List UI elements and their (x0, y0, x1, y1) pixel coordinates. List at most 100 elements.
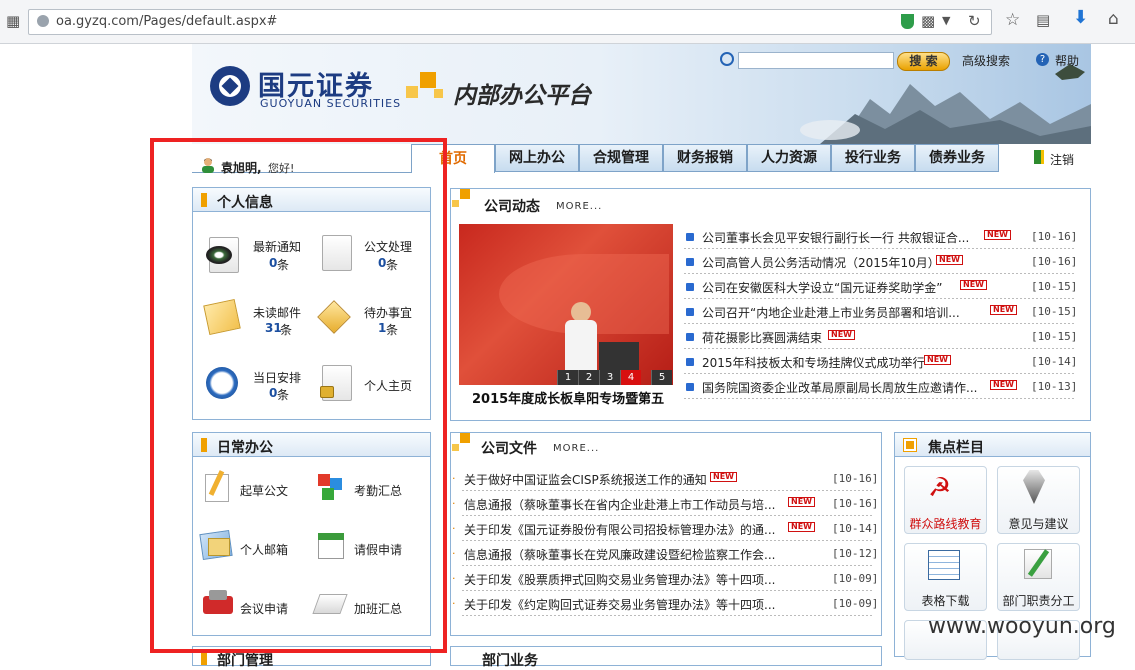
table-icon (928, 550, 960, 580)
dropdown-arrow-icon[interactable]: ▼ (942, 13, 950, 29)
focus-icon (903, 438, 917, 452)
news-bullet-icon (686, 308, 694, 316)
bookmark-star-icon[interactable]: ☆ (1005, 12, 1020, 29)
news-item-date: [10-16] (1031, 230, 1078, 243)
tab-online-office[interactable]: 网上办公 (495, 144, 579, 172)
files-more-link[interactable]: MORE... (553, 443, 599, 454)
news-bullet-icon (686, 283, 694, 291)
new-badge: NEW (788, 522, 815, 532)
news-bullet-icon (686, 233, 694, 241)
news-item-title[interactable]: 公司高管人员公务活动情况（2015年10月） (702, 254, 940, 271)
qr-code-icon[interactable]: ▩ (921, 13, 935, 29)
tab-bond-business[interactable]: 债券业务 (915, 144, 999, 172)
decor-square (460, 189, 470, 199)
news-photo[interactable] (459, 224, 673, 385)
decor-square (434, 89, 443, 98)
file-bullet-icon: · (452, 547, 456, 560)
pager-2[interactable]: 2 (578, 370, 599, 385)
news-more-link[interactable]: MORE... (556, 201, 602, 212)
new-badge: NEW (960, 280, 987, 290)
tile-label[interactable]: 部门职责分工 (997, 592, 1080, 609)
news-bullet-icon (686, 358, 694, 366)
reload-icon[interactable]: ↻ (968, 13, 981, 29)
new-badge: NEW (924, 355, 951, 365)
new-badge: NEW (828, 330, 855, 340)
highlight-rectangle (150, 138, 447, 653)
row-divider (684, 298, 1074, 299)
news-bullet-icon (686, 258, 694, 266)
row-divider (684, 398, 1074, 399)
news-item-title[interactable]: 国务院国资委企业改革局原副局长周放生应邀请作... (702, 379, 977, 396)
pager-4-active[interactable]: 4 (620, 370, 641, 385)
row-divider (462, 590, 874, 591)
file-item-title[interactable]: 关于印发《股票质押式回购交易业务管理办法》等十四项... (464, 571, 775, 588)
file-bullet-icon: · (452, 472, 456, 485)
new-badge: NEW (984, 230, 1011, 240)
tile-label[interactable]: 意见与建议 (997, 515, 1080, 532)
logo-english-text: GUOYUAN SECURITIES (260, 97, 402, 110)
help-link[interactable]: 帮助 (1055, 52, 1079, 69)
tab-compliance[interactable]: 合规管理 (579, 144, 663, 172)
new-badge: NEW (990, 305, 1017, 315)
file-item-date: [10-09] (832, 597, 879, 610)
pager-5[interactable]: 5 (651, 370, 672, 385)
row-divider (684, 348, 1074, 349)
decor-square (460, 433, 470, 443)
tab-hr[interactable]: 人力资源 (747, 144, 831, 172)
pager-3[interactable]: 3 (599, 370, 620, 385)
department-management-title: 部门管理 (217, 653, 273, 669)
news-item-date: [10-15] (1031, 305, 1078, 318)
news-item-date: [10-15] (1031, 330, 1078, 343)
photo-caption[interactable]: 2015年度成长板阜阳专场暨第五 (472, 388, 664, 407)
decor-square (452, 444, 459, 451)
news-item-date: [10-13] (1031, 380, 1078, 393)
decor-square (452, 200, 459, 207)
download-icon[interactable]: ⬇ (1073, 9, 1088, 27)
panel-header (895, 433, 1090, 457)
url-text: oa.gyzq.com/Pages/default.aspx# (56, 14, 278, 29)
reading-list-icon[interactable]: ▤ (1036, 12, 1050, 28)
tile-label[interactable]: 群众路线教育 (904, 515, 987, 532)
panel-marker (201, 651, 207, 665)
help-icon[interactable]: ? (1036, 53, 1049, 66)
tabs-grid-icon[interactable]: ▦ (6, 13, 20, 29)
department-business-title: 部门业务 (482, 653, 538, 669)
news-item-title[interactable]: 公司在安徽医科大学设立“国元证券奖助学金” (702, 279, 942, 296)
news-item-title[interactable]: 2015年科技板太和专场挂牌仪式成功举行 (702, 354, 925, 371)
row-divider (684, 273, 1074, 274)
news-item-title[interactable]: 荷花摄影比赛圆满结束 (702, 329, 822, 346)
file-item-title[interactable]: 信息通报（蔡咏董事长在党风廉政建设暨纪检监察工作会... (464, 546, 775, 563)
file-bullet-icon: · (452, 572, 456, 585)
watermark: www.wooyun.org (928, 614, 1116, 639)
tile-label[interactable]: 表格下载 (904, 592, 987, 609)
row-divider (684, 248, 1074, 249)
new-badge: NEW (710, 472, 737, 482)
file-item-title[interactable]: 关于印发《约定购回式证券交易业务管理办法》等十四项... (464, 596, 775, 613)
home-icon[interactable]: ⌂ (1108, 11, 1119, 28)
logout-icon[interactable] (1034, 150, 1044, 164)
row-divider (684, 373, 1074, 374)
advanced-search-link[interactable]: 高级搜索 (962, 52, 1010, 69)
file-item-title[interactable]: 关于做好中国证监会CISP系统报送工作的通知 (464, 471, 707, 488)
shield-icon[interactable] (901, 14, 914, 29)
file-item-title[interactable]: 关于印发《国元证券股份有限公司招投标管理办法》的通... (464, 521, 775, 538)
tab-investment-banking[interactable]: 投行业务 (831, 144, 915, 172)
pager-1[interactable]: 1 (557, 370, 578, 385)
search-button[interactable]: 搜 索 (897, 52, 950, 71)
hammer-sickle-icon: ☭ (928, 473, 952, 503)
file-item-date: [10-12] (832, 547, 879, 560)
row-divider (462, 615, 874, 616)
search-input[interactable] (738, 52, 894, 69)
row-divider (462, 515, 874, 516)
new-badge: NEW (788, 497, 815, 507)
news-item-title[interactable]: 公司董事长会见平安银行副行长一行 共叙银证合... (702, 229, 969, 246)
news-item-date: [10-16] (1031, 255, 1078, 268)
row-divider (462, 490, 874, 491)
news-item-title[interactable]: 公司召开“内地企业赴港上市业务员部署和培训... (702, 304, 960, 321)
logout-link[interactable]: 注销 (1050, 151, 1074, 168)
file-item-title[interactable]: 信息通报（蔡咏董事长在省内企业赴港上市工作动员与培... (464, 496, 775, 513)
platform-title: 内部办公平台 (453, 82, 591, 109)
decor-square (406, 86, 418, 98)
tab-finance[interactable]: 财务报销 (663, 144, 747, 172)
decor-square (420, 72, 436, 88)
